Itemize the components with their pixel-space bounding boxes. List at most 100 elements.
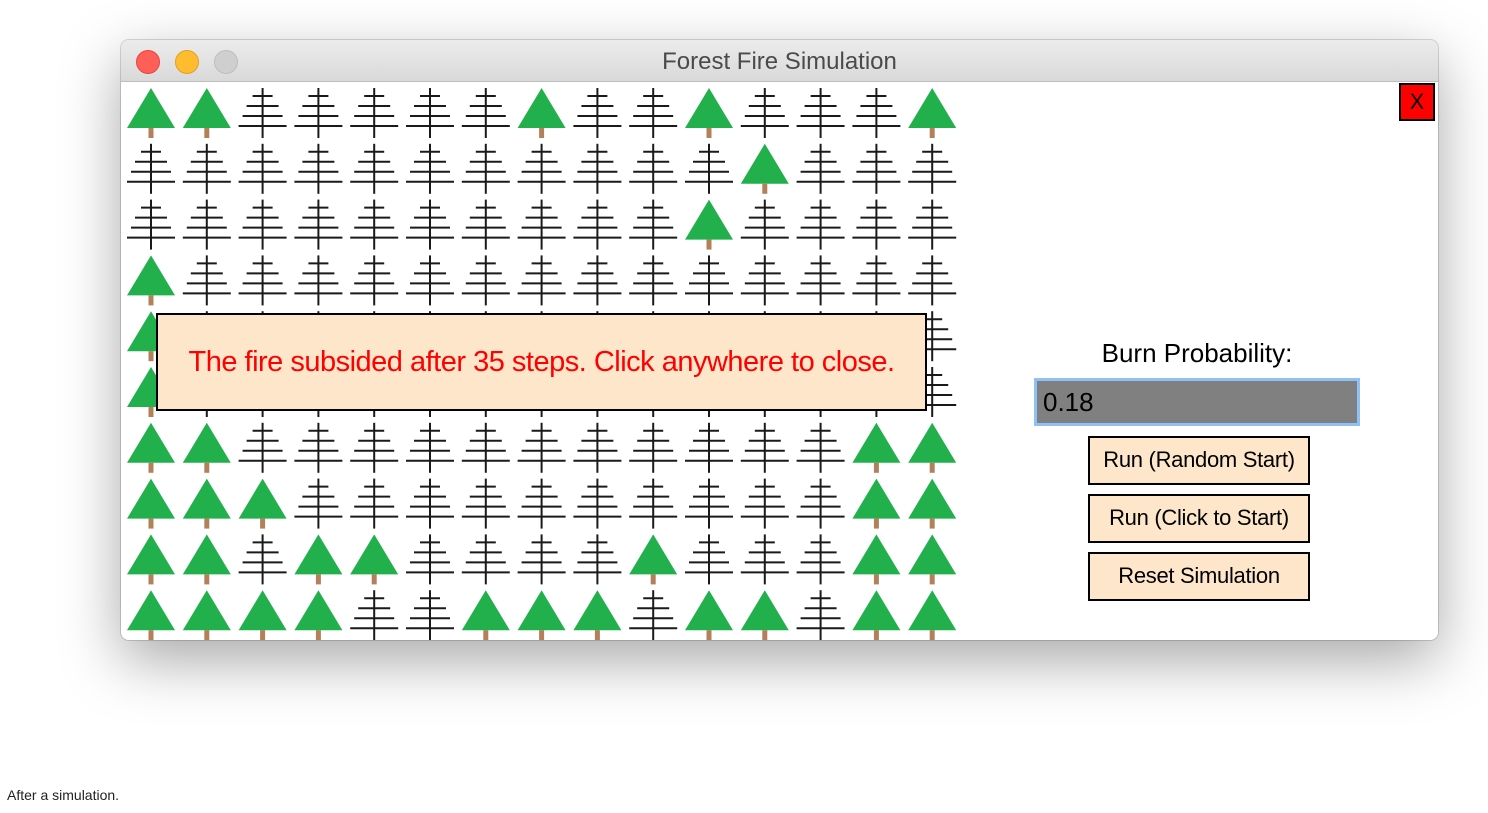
burnt-tree-icon: [406, 143, 454, 194]
live-tree-icon: [182, 422, 231, 473]
burnt-tree-icon: [740, 478, 789, 529]
simulation-area: X The fire subsided after 35 steps. Clic…: [121, 82, 1438, 640]
live-tree-icon: [852, 478, 901, 529]
burnt-tree-icon: [852, 255, 901, 306]
burnt-tree-icon: [406, 199, 454, 250]
burnt-tree-icon: [629, 143, 678, 194]
burnt-tree-icon: [573, 255, 622, 306]
burnt-tree-icon: [685, 478, 733, 529]
burnt-tree-icon: [517, 422, 566, 473]
live-tree-icon: [238, 590, 287, 640]
live-tree-icon: [852, 590, 901, 640]
burnt-tree-icon: [406, 534, 454, 585]
burnt-tree-icon: [796, 590, 845, 640]
live-tree-icon: [238, 478, 287, 529]
burnt-tree-icon: [740, 534, 789, 585]
figure-caption: After a simulation.: [7, 787, 120, 803]
live-tree-icon: [740, 590, 789, 640]
burnt-tree-icon: [238, 88, 287, 138]
burnt-tree-icon: [908, 143, 957, 194]
burnt-tree-icon: [406, 590, 454, 640]
live-tree-icon: [127, 534, 175, 585]
burnt-tree-icon: [573, 143, 622, 194]
burnt-tree-icon: [406, 478, 454, 529]
burnt-tree-icon: [238, 143, 287, 194]
burnt-tree-icon: [685, 422, 733, 473]
burnt-tree-icon: [461, 199, 510, 250]
result-message-box[interactable]: The fire subsided after 35 steps. Click …: [156, 313, 927, 411]
burnt-tree-icon: [238, 199, 287, 250]
burnt-tree-icon: [740, 199, 789, 250]
burnt-tree-icon: [908, 199, 957, 250]
live-tree-icon: [182, 534, 231, 585]
burnt-tree-icon: [517, 199, 566, 250]
live-tree-icon: [908, 534, 957, 585]
live-tree-icon: [517, 88, 566, 138]
live-tree-icon: [127, 255, 175, 306]
run-random-start-button[interactable]: Run (Random Start): [1088, 436, 1310, 485]
live-tree-icon: [908, 478, 957, 529]
burnt-tree-icon: [629, 478, 678, 529]
live-tree-icon: [127, 88, 175, 138]
live-tree-icon: [685, 88, 733, 138]
live-tree-icon: [350, 534, 399, 585]
live-tree-icon: [182, 88, 231, 138]
live-tree-icon: [908, 422, 957, 473]
reset-simulation-button[interactable]: Reset Simulation: [1088, 552, 1310, 601]
burnt-tree-icon: [350, 255, 399, 306]
burnt-tree-icon: [517, 534, 566, 585]
live-tree-icon: [294, 590, 343, 640]
result-message-text: The fire subsided after 35 steps. Click …: [188, 345, 895, 378]
run-click-to-start-button[interactable]: Run (Click to Start): [1088, 494, 1310, 543]
app-window: Forest Fire Simulation X The fire subsid…: [121, 40, 1438, 640]
burnt-tree-icon: [461, 422, 510, 473]
burnt-tree-icon: [517, 143, 566, 194]
burnt-tree-icon: [740, 422, 789, 473]
burn-probability-label: Burn Probability:: [1101, 338, 1293, 368]
burnt-tree-icon: [852, 88, 901, 138]
burnt-tree-icon: [740, 88, 789, 138]
burnt-tree-icon: [573, 199, 622, 250]
burn-probability-input[interactable]: [1034, 378, 1360, 426]
close-app-button[interactable]: X: [1399, 83, 1435, 121]
burnt-tree-icon: [796, 88, 845, 138]
burnt-tree-icon: [127, 143, 175, 194]
burnt-tree-icon: [573, 88, 622, 138]
live-tree-icon: [852, 422, 901, 473]
burnt-tree-icon: [796, 422, 845, 473]
burnt-tree-icon: [573, 422, 622, 473]
live-tree-icon: [908, 590, 957, 640]
burnt-tree-icon: [461, 143, 510, 194]
live-tree-icon: [127, 422, 175, 473]
burnt-tree-icon: [685, 255, 733, 306]
burnt-tree-icon: [182, 199, 231, 250]
burnt-tree-icon: [294, 255, 343, 306]
burnt-tree-icon: [406, 422, 454, 473]
burnt-tree-icon: [573, 534, 622, 585]
burnt-tree-icon: [350, 422, 399, 473]
burnt-tree-icon: [238, 255, 287, 306]
burnt-tree-icon: [294, 422, 343, 473]
burnt-tree-icon: [406, 255, 454, 306]
burnt-tree-icon: [350, 590, 399, 640]
burnt-tree-icon: [238, 422, 287, 473]
burnt-tree-icon: [294, 143, 343, 194]
burnt-tree-icon: [182, 143, 231, 194]
burnt-tree-icon: [629, 88, 678, 138]
burnt-tree-icon: [685, 143, 733, 194]
burnt-tree-icon: [350, 88, 399, 138]
burnt-tree-icon: [796, 478, 845, 529]
live-tree-icon: [182, 590, 231, 640]
title-bar[interactable]: Forest Fire Simulation: [121, 40, 1438, 82]
burnt-tree-icon: [796, 534, 845, 585]
burnt-tree-icon: [796, 199, 845, 250]
live-tree-icon: [685, 199, 733, 250]
live-tree-icon: [127, 478, 175, 529]
burnt-tree-icon: [573, 478, 622, 529]
burnt-tree-icon: [294, 88, 343, 138]
live-tree-icon: [685, 590, 733, 640]
burnt-tree-icon: [852, 143, 901, 194]
live-tree-icon: [740, 143, 789, 194]
burnt-tree-icon: [629, 590, 678, 640]
live-tree-icon: [908, 88, 957, 138]
